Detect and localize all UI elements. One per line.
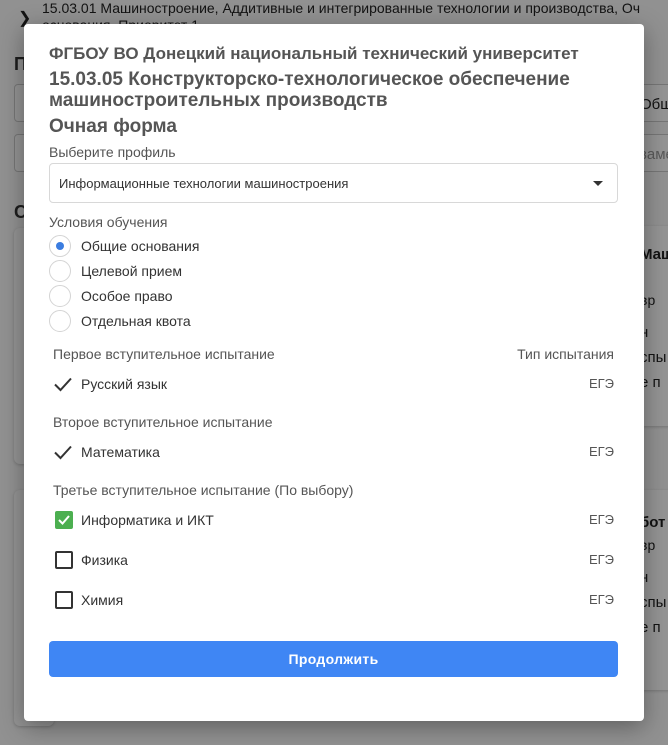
radio-button[interactable] — [49, 285, 71, 307]
conditions-label: Условия обучения — [49, 214, 168, 230]
exam3-option-chemistry[interactable]: Химия ЕГЭ — [53, 588, 614, 612]
exam3-option-type: ЕГЭ — [588, 552, 614, 567]
exam3-title: Третье вступительное испытание (По выбор… — [53, 482, 354, 498]
exam2-title: Второе вступительное испытание — [53, 414, 273, 430]
radio-label: Особое право — [81, 288, 173, 304]
profile-label: Выберите профиль — [49, 144, 176, 160]
radio-option-target[interactable]: Целевой прием — [49, 260, 349, 282]
exam2-type: ЕГЭ — [588, 444, 614, 459]
radio-button[interactable] — [49, 260, 71, 282]
specialty-title: 15.03.05 Конструкторско-технологическое … — [49, 69, 570, 111]
radio-button[interactable] — [49, 235, 71, 257]
exam2-subject: Математика — [81, 444, 160, 460]
checkmark-icon — [54, 445, 72, 460]
exam3-option-type: ЕГЭ — [588, 592, 614, 607]
checkbox[interactable] — [55, 591, 73, 609]
radio-option-separate-quota[interactable]: Отдельная квота — [49, 310, 349, 332]
university-name: ФГБОУ ВО Донецкий национальный техническ… — [49, 44, 579, 63]
radio-label: Отдельная квота — [81, 313, 191, 329]
checkmark-icon — [58, 515, 70, 525]
exam2-row: Математика ЕГЭ — [53, 440, 614, 464]
exam1-subject: Русский язык — [81, 376, 168, 392]
radio-option-special-right[interactable]: Особое право — [49, 285, 349, 307]
checkbox[interactable] — [55, 511, 73, 529]
exam3-option-label: Физика — [81, 552, 128, 568]
radio-button[interactable] — [49, 310, 71, 332]
admission-modal: ФГБОУ ВО Донецкий национальный техническ… — [24, 24, 644, 721]
checkmark-icon — [54, 377, 72, 392]
exam3-option-label: Информатика и ИКТ — [81, 512, 214, 528]
exam3-option-type: ЕГЭ — [588, 512, 614, 527]
exam1-row: Русский язык ЕГЭ — [53, 372, 614, 396]
radio-label: Целевой прием — [81, 263, 183, 279]
radio-label: Общие основания — [81, 238, 200, 254]
caret-down-icon — [593, 181, 603, 186]
study-form-title: Очная форма — [49, 116, 177, 137]
exam3-option-informatics[interactable]: Информатика и ИКТ ЕГЭ — [53, 508, 614, 532]
exam3-option-label: Химия — [81, 592, 124, 608]
profile-select-value: Информационные технологии машиностроения — [59, 176, 349, 191]
exam3-option-physics[interactable]: Физика ЕГЭ — [53, 548, 614, 572]
profile-select[interactable]: Информационные технологии машиностроения — [49, 163, 618, 203]
exam1-title: Первое вступительное испытание — [53, 346, 275, 362]
exam-type-header: Тип испытания — [517, 346, 614, 362]
continue-button[interactable]: Продолжить — [49, 641, 618, 677]
radio-option-general[interactable]: Общие основания — [49, 235, 349, 257]
exam1-type: ЕГЭ — [588, 376, 614, 391]
checkbox[interactable] — [55, 551, 73, 569]
